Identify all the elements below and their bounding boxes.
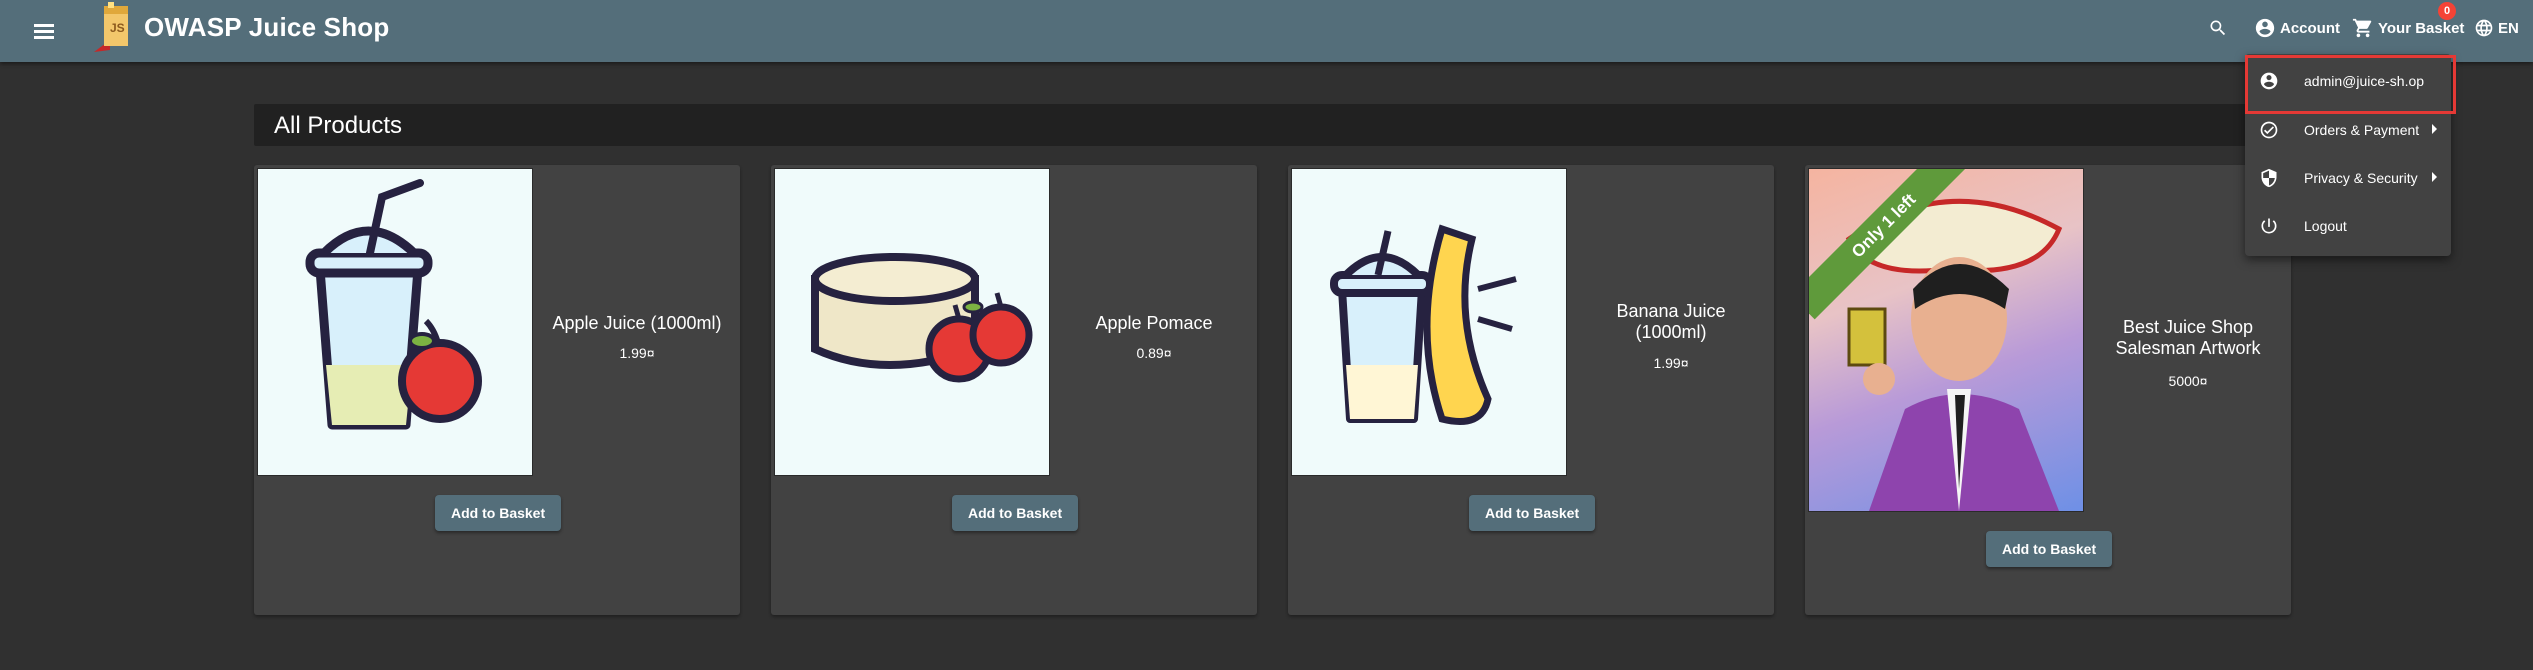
- product-price: 1.99¤: [619, 345, 655, 361]
- search-button[interactable]: [2208, 0, 2228, 56]
- top-toolbar: JS OWASP Juice Shop Account Your Basket …: [0, 0, 2533, 62]
- app-title[interactable]: OWASP Juice Shop: [144, 12, 389, 43]
- page-title: All Products: [274, 112, 403, 139]
- chevron-right-icon: [2432, 124, 2437, 134]
- product-card[interactable]: Only 1 left Best Juice Shop Salesman Art…: [1805, 165, 2291, 615]
- product-card[interactable]: Apple Pomace 0.89¤ Add to Basket: [771, 165, 1257, 615]
- account-menu: admin@juice-sh.op Orders & Payment Priva…: [2245, 54, 2451, 256]
- account-circle-icon: [2260, 72, 2278, 90]
- products-heading-bar: All Products: [254, 104, 2294, 146]
- language-button[interactable]: EN: [2474, 0, 2519, 56]
- chevron-right-icon: [2432, 172, 2437, 182]
- product-card[interactable]: Banana Juice (1000ml) 1.99¤ Add to Baske…: [1288, 165, 1774, 615]
- product-name: Apple Pomace: [1095, 313, 1213, 333]
- svg-text:JS: JS: [110, 21, 125, 35]
- add-to-basket-button[interactable]: Add to Basket: [952, 495, 1079, 531]
- add-to-basket-button[interactable]: Add to Basket: [435, 495, 562, 531]
- product-price: 5000¤: [2168, 373, 2208, 389]
- juice-shop-logo[interactable]: JS: [90, 0, 138, 52]
- add-to-basket-button[interactable]: Add to Basket: [1469, 495, 1596, 531]
- language-label: EN: [2498, 19, 2519, 37]
- account-circle-icon: [2255, 18, 2275, 38]
- menu-icon-bar: [34, 36, 54, 39]
- salesman-artwork-image: [1845, 198, 2063, 511]
- check-circle-icon: [2260, 121, 2278, 139]
- product-image[interactable]: [774, 168, 1050, 476]
- product-image[interactable]: [1291, 168, 1567, 476]
- search-icon: [2210, 20, 2226, 36]
- basket-count-badge: 0: [2438, 2, 2456, 20]
- shopping-cart-icon: [2352, 18, 2372, 38]
- product-name: Banana Juice (1000ml): [1616, 301, 1726, 342]
- menu-item-logout[interactable]: Logout: [2245, 204, 2451, 248]
- menu-item-privacy-security[interactable]: Privacy & Security: [2245, 156, 2451, 200]
- shield-icon: [2261, 168, 2277, 188]
- menu-icon-bar: [34, 30, 54, 33]
- product-price: 1.99¤: [1653, 355, 1689, 371]
- product-card[interactable]: Apple Juice (1000ml) 1.99¤ Add to Basket: [254, 165, 740, 615]
- account-button[interactable]: Account: [2254, 0, 2340, 56]
- menu-item-label: Orders & Payment: [2304, 122, 2420, 138]
- basket-label: Your Basket: [2378, 19, 2465, 37]
- product-name: Best Juice Shop Salesman Artwork: [2115, 317, 2261, 358]
- globe-icon: [2475, 19, 2493, 37]
- add-to-basket-button[interactable]: Add to Basket: [1986, 531, 2113, 567]
- product-name: Apple Juice (1000ml): [552, 313, 722, 333]
- menu-icon: [34, 24, 54, 27]
- product-image[interactable]: [257, 168, 533, 476]
- account-label: Account: [2280, 19, 2340, 37]
- menu-item-orders-payment[interactable]: Orders & Payment: [2245, 108, 2451, 152]
- menu-button[interactable]: [30, 16, 62, 46]
- menu-item-label: Privacy & Security: [2304, 170, 2418, 186]
- product-image[interactable]: Only 1 left: [1808, 168, 2084, 512]
- banana-juice-image: [1330, 224, 1517, 425]
- menu-item-label: admin@juice-sh.op: [2304, 73, 2425, 89]
- product-price: 0.89¤: [1136, 345, 1172, 361]
- power-icon: [2261, 218, 2277, 234]
- apple-pomace-image: [811, 253, 1033, 383]
- apple-juice-image: [305, 179, 482, 430]
- menu-item-email[interactable]: admin@juice-sh.op: [2245, 59, 2451, 103]
- menu-item-label: Logout: [2304, 218, 2347, 234]
